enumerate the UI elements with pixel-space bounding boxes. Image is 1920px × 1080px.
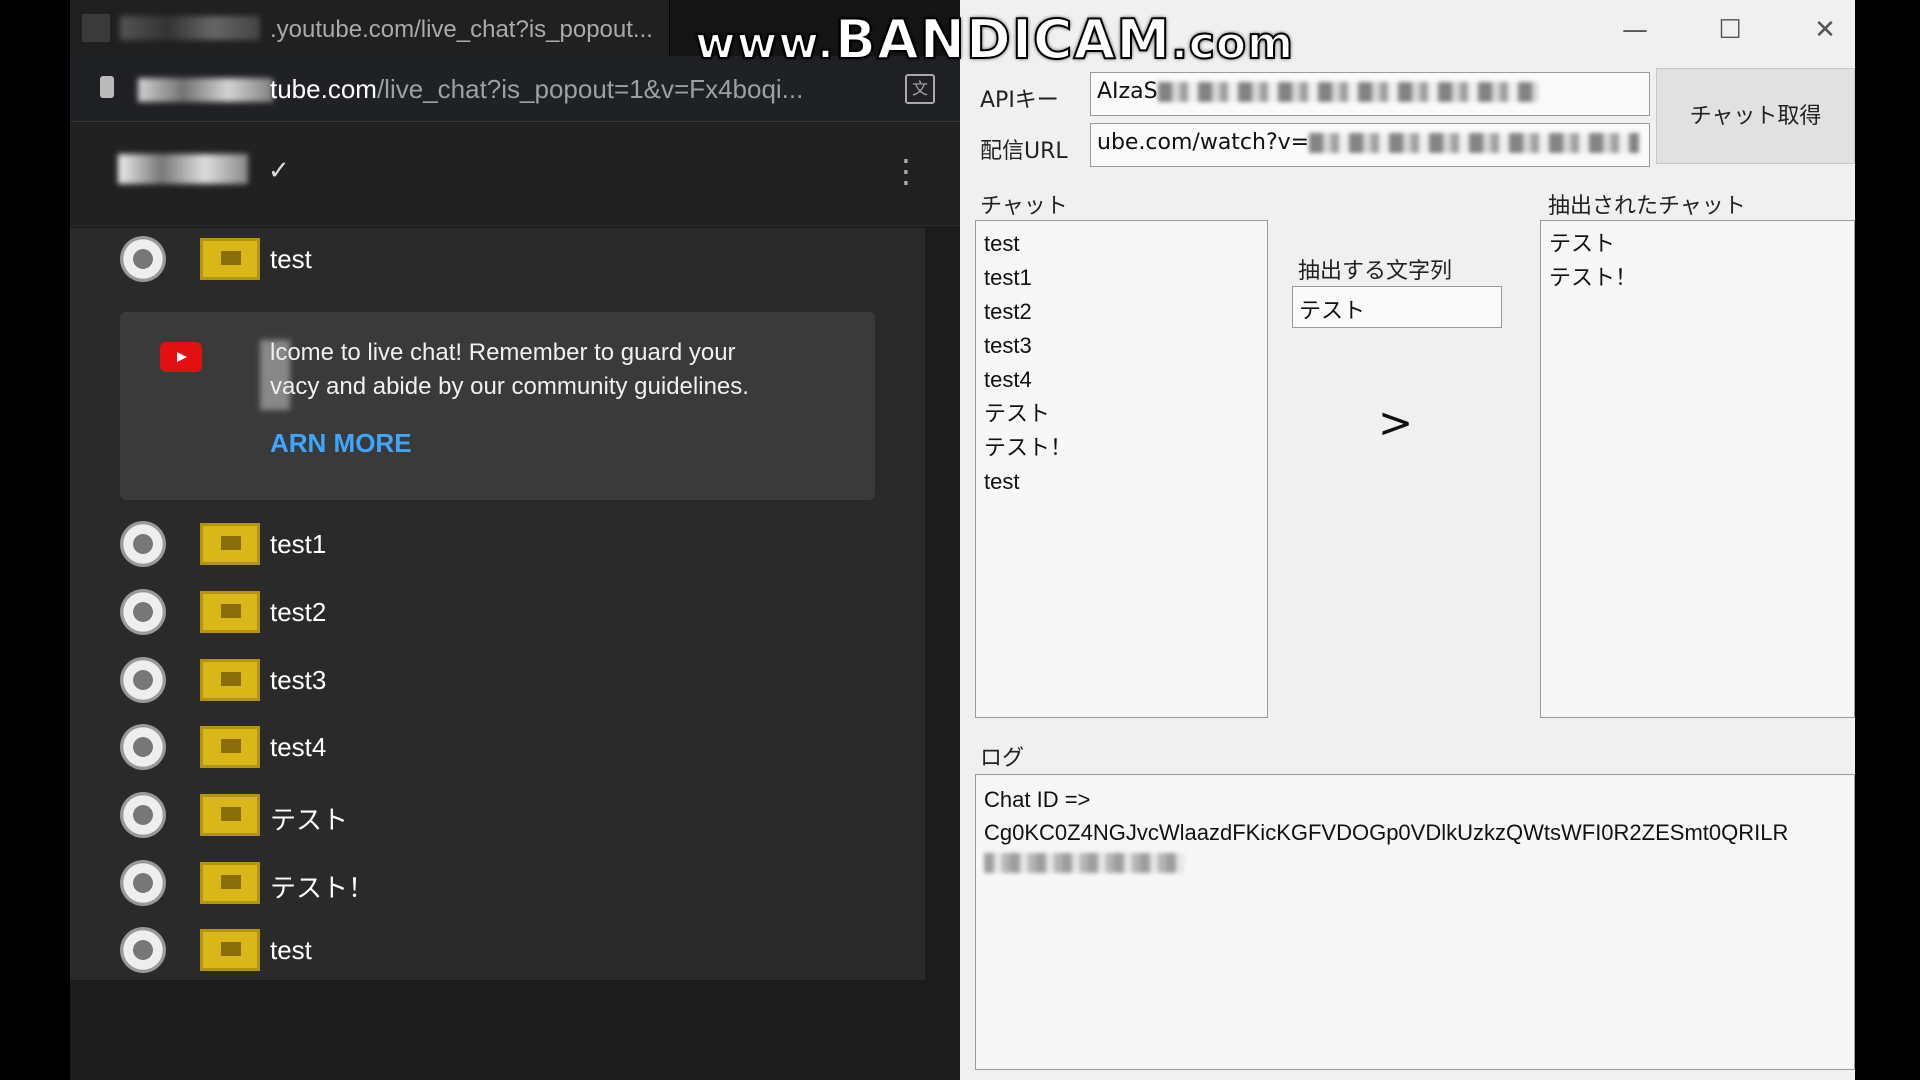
stream-url-input[interactable]: ube.com/watch?v=	[1090, 123, 1650, 167]
chat-message-text: test	[270, 244, 312, 274]
avatar[interactable]	[120, 589, 166, 635]
minimize-button[interactable]: —	[1605, 10, 1665, 50]
blurred-log-line	[984, 853, 1184, 873]
chat-listbox[interactable]: test test1 test2 test3 test4 テスト テスト！ te…	[975, 220, 1268, 718]
youtube-logo-icon	[160, 342, 202, 372]
stream-url-label: 配信URL	[980, 139, 1068, 164]
chat-mode-dropdown-icon[interactable]: ✓	[268, 156, 290, 186]
member-badge-icon	[200, 238, 260, 280]
member-badge-icon	[200, 726, 260, 768]
extracted-chat-listbox[interactable]: テスト テスト！	[1540, 220, 1855, 718]
list-item[interactable]: テスト	[984, 397, 1259, 431]
chat-message: test1	[70, 513, 925, 575]
watermark-prefix: www.	[694, 17, 835, 70]
tab-favicon-icon	[82, 14, 110, 42]
extract-string-label: 抽出する文字列	[1298, 259, 1453, 284]
stream-url-value: ube.com/watch?v=	[1097, 130, 1310, 155]
list-item[interactable]: test4	[984, 363, 1259, 397]
bandicam-watermark: www.BANDICAM.com	[694, 7, 1294, 72]
site-info-icon[interactable]	[100, 76, 114, 98]
blurred-domain	[138, 78, 273, 102]
chat-message: test	[70, 228, 925, 290]
chat-message: test4	[70, 716, 925, 778]
avatar[interactable]	[120, 521, 166, 567]
welcome-text: lcome to live chat! Remember to guard yo…	[270, 336, 830, 404]
address-url[interactable]: tube.com/live_chat?is_popout=1&v=Fx4boqi…	[270, 74, 803, 105]
watermark-suffix: .com	[1170, 17, 1294, 70]
list-item[interactable]: test3	[984, 329, 1259, 363]
chat-message: テスト！	[70, 852, 925, 914]
log-label: ログ	[980, 746, 1025, 771]
welcome-line-2: vacy and abide by our community guidelin…	[270, 373, 749, 400]
live-chat-header: ✓ ⋮	[70, 122, 960, 226]
welcome-line-1: lcome to live chat! Remember to guard yo…	[270, 339, 736, 366]
tab-title: .youtube.com/live_chat?is_popout...	[270, 16, 653, 43]
close-button[interactable]: ✕	[1795, 10, 1855, 50]
chat-message-text: test1	[270, 529, 327, 559]
extract-arrow-icon: >	[1378, 398, 1414, 447]
chat-message-text: test2	[270, 597, 327, 627]
blurred-chat-mode	[118, 154, 248, 184]
chat-message-text: test4	[270, 732, 327, 762]
chat-message: テスト	[70, 784, 925, 846]
member-badge-icon	[200, 794, 260, 836]
chat-message: test3	[70, 649, 925, 711]
avatar[interactable]	[120, 236, 166, 282]
extracted-chat-label: 抽出されたチャット	[1548, 194, 1746, 219]
welcome-banner: lcome to live chat! Remember to guard yo…	[120, 312, 875, 500]
log-line: Chat ID =>	[984, 787, 1091, 812]
list-item[interactable]: test	[984, 227, 1259, 261]
avatar[interactable]	[120, 792, 166, 838]
api-key-label: APIキー	[980, 88, 1059, 113]
list-item[interactable]: テスト	[1549, 227, 1846, 261]
screen: .youtube.com/live_chat?is_popout... tube…	[0, 0, 1920, 1080]
watermark-brand: BANDICAM	[834, 7, 1172, 72]
learn-more-link[interactable]: ARN MORE	[270, 428, 412, 459]
chat-message-text: テスト！	[270, 873, 375, 903]
member-badge-icon	[200, 862, 260, 904]
member-badge-icon	[200, 929, 260, 971]
blurred-api-key	[1157, 82, 1538, 102]
address-path: /live_chat?is_popout=1&v=Fx4boqi...	[376, 74, 804, 104]
api-key-value: AIzaS	[1097, 79, 1158, 104]
list-item[interactable]: test1	[984, 261, 1259, 295]
avatar[interactable]	[120, 724, 166, 770]
chat-message-text: テスト	[270, 805, 349, 835]
browser-tab[interactable]: .youtube.com/live_chat?is_popout...	[70, 0, 670, 56]
api-key-input[interactable]: AIzaS	[1090, 72, 1650, 116]
list-item[interactable]: test2	[984, 295, 1259, 329]
translate-icon[interactable]: 文	[905, 74, 935, 104]
member-badge-icon	[200, 523, 260, 565]
avatar[interactable]	[120, 860, 166, 906]
more-options-icon[interactable]: ⋮	[890, 152, 922, 190]
chat-message-list[interactable]: test lcome to live chat! Remember to gua…	[70, 228, 925, 980]
extract-string-input[interactable]: テスト	[1292, 286, 1502, 328]
fetch-chat-button[interactable]: チャット取得	[1656, 68, 1855, 164]
chat-message: test2	[70, 581, 925, 643]
youtube-live-chat-window: .youtube.com/live_chat?is_popout... tube…	[70, 0, 960, 1080]
blurred-tab-title	[120, 16, 260, 40]
chat-extractor-window: — ☐ ✕ APIキー AIzaS 配信URL ube.com/watch?v=…	[960, 0, 1855, 1080]
member-badge-icon	[200, 659, 260, 701]
member-badge-icon	[200, 591, 260, 633]
maximize-button[interactable]: ☐	[1700, 10, 1760, 50]
chat-label: チャット	[980, 194, 1068, 219]
blurred-video-id	[1309, 133, 1640, 153]
log-line: Cg0KC0Z4NGJvcWlaazdFKicKGFVDOGp0VDlkUzkz…	[984, 820, 1789, 845]
list-item[interactable]: test	[984, 465, 1259, 499]
avatar[interactable]	[120, 927, 166, 973]
chat-message: test	[70, 919, 925, 981]
screen-edge	[1855, 0, 1920, 1080]
avatar[interactable]	[120, 657, 166, 703]
chat-message-text: test	[270, 935, 312, 965]
address-host: tube.com	[270, 74, 377, 104]
list-item[interactable]: テスト！	[984, 431, 1259, 465]
log-textbox[interactable]: Chat ID => Cg0KC0Z4NGJvcWlaazdFKicKGFVDO…	[975, 774, 1855, 1070]
list-item[interactable]: テスト！	[1549, 261, 1846, 295]
chat-message-text: test3	[270, 665, 327, 695]
